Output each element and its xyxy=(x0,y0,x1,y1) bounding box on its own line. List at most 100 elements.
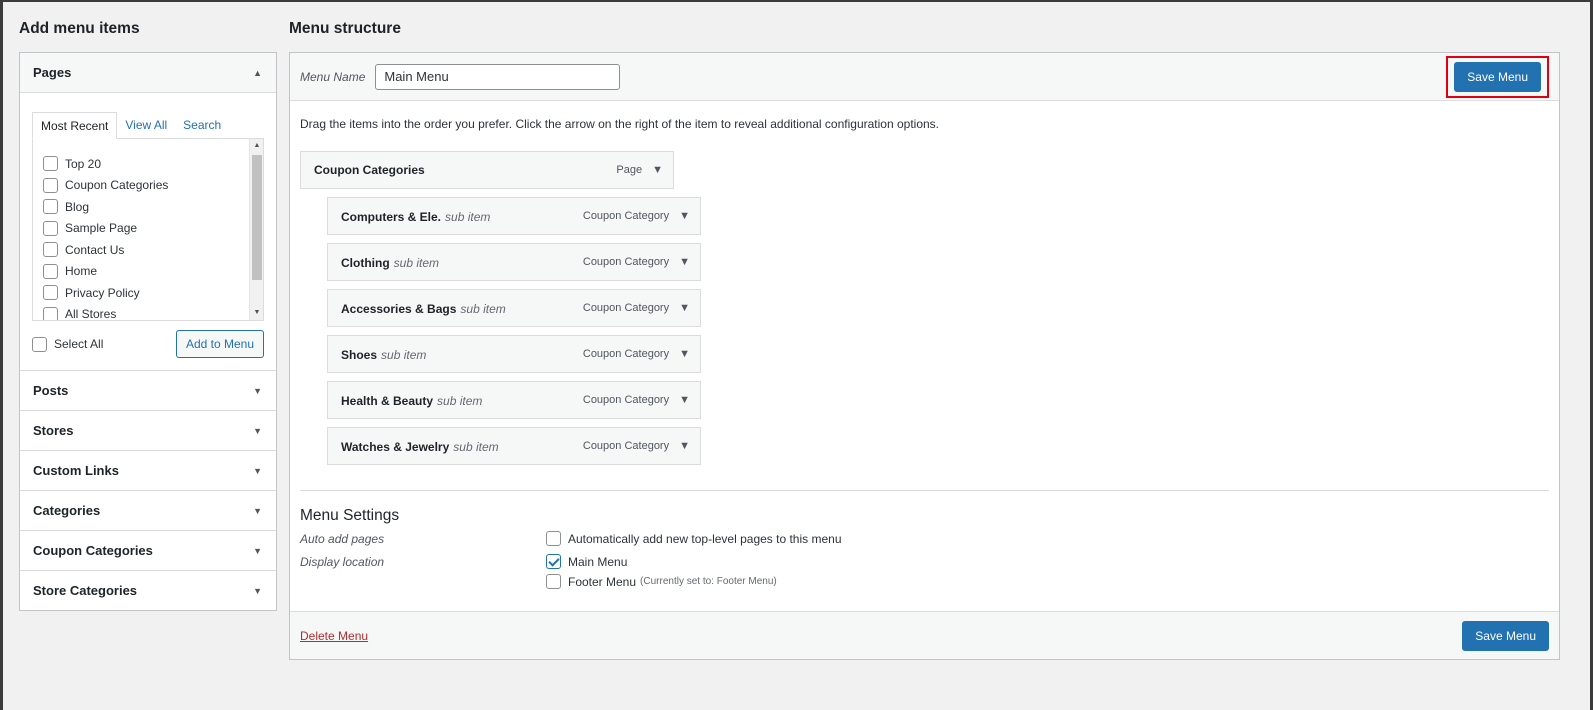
menu-name-group: Menu Name xyxy=(300,63,621,90)
menu-item-title: Clothing xyxy=(341,255,390,270)
checkbox[interactable] xyxy=(43,285,58,301)
chevron-down-icon: ▼ xyxy=(253,425,262,436)
list-item[interactable]: Privacy Policy xyxy=(43,282,263,304)
checkbox[interactable] xyxy=(43,242,58,258)
checkbox[interactable] xyxy=(43,156,58,172)
menu-item-sub-label: sub item xyxy=(460,301,506,316)
list-item[interactable]: Contact Us xyxy=(43,239,263,261)
menu-item-title-group: Shoes sub item xyxy=(341,347,426,362)
pages-tabs: Most Recent View All Search xyxy=(32,112,264,139)
menu-item-title: Watches & Jewelry xyxy=(341,439,450,454)
menu-item-accessories[interactable]: Accessories & Bags sub item Coupon Catego… xyxy=(327,289,701,327)
menu-item-type: Coupon Category xyxy=(582,210,670,222)
list-item[interactable]: Top 20 xyxy=(43,153,263,175)
accordion-section-store-categories: Store Categories ▼ xyxy=(20,571,276,610)
menu-item-title-group: Clothing sub item xyxy=(341,255,439,270)
menu-item-type: Coupon Category xyxy=(582,440,670,452)
chevron-down-icon[interactable]: ▼ xyxy=(652,164,663,176)
menu-item-title: Accessories & Bags xyxy=(341,301,457,316)
checkbox-checked[interactable] xyxy=(546,554,561,569)
pages-list-panel[interactable]: Top 20 Coupon Categories Blog Sample Pag… xyxy=(32,138,264,321)
menu-item-shoes[interactable]: Shoes sub item Coupon Category ▼ xyxy=(327,335,701,373)
accordion-section-stores: Stores ▼ xyxy=(20,411,276,451)
menu-item-watches-jewelry[interactable]: Watches & Jewelry sub item Coupon Categor… xyxy=(327,427,701,465)
checkbox[interactable] xyxy=(32,336,47,352)
accordion-header-categories[interactable]: Categories ▼ xyxy=(20,491,276,530)
select-all-label: Select All xyxy=(54,337,104,351)
save-menu-button-top[interactable]: Save Menu xyxy=(1454,61,1541,92)
display-location-row: Display location Main Menu Footer Menu (… xyxy=(300,554,1549,589)
checkbox[interactable] xyxy=(43,220,58,236)
menu-item-controls: Coupon Category ▼ xyxy=(583,256,690,268)
chevron-down-icon[interactable]: ▼ xyxy=(679,394,690,406)
menu-item-type: Coupon Category xyxy=(582,256,670,268)
menu-structure-column: Menu structure Menu Name Save Menu Drag … xyxy=(289,18,1560,660)
pages-panel: Most Recent View All Search Top 20 Coupo… xyxy=(20,93,276,370)
save-menu-button-bottom[interactable]: Save Menu xyxy=(1462,620,1549,651)
menu-item-clothing[interactable]: Clothing sub item Coupon Category ▼ xyxy=(327,243,701,281)
list-item[interactable]: Home xyxy=(43,261,263,283)
menu-body: Drag the items into the order you prefer… xyxy=(290,101,1559,589)
chevron-down-icon[interactable]: ▼ xyxy=(679,256,690,268)
add-menu-items-title: Add menu items xyxy=(19,20,140,37)
menu-name-label: Menu Name xyxy=(300,69,366,84)
chevron-down-icon[interactable]: ▼ xyxy=(679,302,690,314)
checkbox[interactable] xyxy=(43,306,58,320)
menu-item-type: Coupon Category xyxy=(582,394,670,406)
scrollbar-thumb[interactable] xyxy=(252,155,262,280)
accordion-section-categories: Categories ▼ xyxy=(20,491,276,531)
checkbox[interactable] xyxy=(546,531,561,546)
list-item[interactable]: Coupon Categories xyxy=(43,175,263,197)
scroll-down-icon[interactable]: ▼ xyxy=(250,306,263,320)
accordion-header-custom-links[interactable]: Custom Links ▼ xyxy=(20,451,276,490)
menu-item-controls: Page ▼ xyxy=(616,164,663,176)
checkbox[interactable] xyxy=(546,574,561,589)
menu-header: Menu Name Save Menu xyxy=(290,53,1559,101)
menu-items-accordion: Pages ▲ Most Recent View All Search Top … xyxy=(19,52,277,611)
menu-item-type: Coupon Category xyxy=(582,348,670,360)
chevron-down-icon[interactable]: ▼ xyxy=(679,348,690,360)
menu-name-input[interactable] xyxy=(375,63,621,90)
chevron-down-icon: ▼ xyxy=(253,585,262,596)
accordion-header-pages[interactable]: Pages ▲ xyxy=(20,53,276,93)
auto-add-options: Automatically add new top-level pages to… xyxy=(546,531,842,546)
auto-add-checkbox[interactable]: Automatically add new top-level pages to… xyxy=(546,531,842,546)
add-to-menu-button[interactable]: Add to Menu xyxy=(175,330,264,358)
menu-item-coupon-categories[interactable]: Coupon Categories Page ▼ xyxy=(300,151,674,189)
location-main-menu-checkbox[interactable]: Main Menu xyxy=(546,554,777,569)
menu-item-sub-label: sub item xyxy=(445,209,491,224)
display-location-options: Main Menu Footer Menu (Currently set to:… xyxy=(546,554,777,589)
checkbox[interactable] xyxy=(43,177,58,193)
menu-structure-title: Menu structure xyxy=(289,20,401,37)
accordion-title: Custom Links xyxy=(33,463,119,478)
location-footer-menu-checkbox[interactable]: Footer Menu (Currently set to: Footer Me… xyxy=(546,574,777,589)
list-item-label: Top 20 xyxy=(65,156,102,171)
list-item[interactable]: Blog xyxy=(43,196,263,218)
accordion-title: Store Categories xyxy=(33,583,138,598)
list-item-label: Coupon Categories xyxy=(65,178,169,193)
accordion-header-stores[interactable]: Stores ▼ xyxy=(20,411,276,450)
menu-item-title-group: Health & Beauty sub item xyxy=(341,393,482,408)
tab-view-all[interactable]: View All xyxy=(117,112,175,139)
chevron-down-icon[interactable]: ▼ xyxy=(679,210,690,222)
drag-instructions: Drag the items into the order you prefer… xyxy=(300,117,940,131)
accordion-header-posts[interactable]: Posts ▼ xyxy=(20,371,276,410)
select-all-checkbox[interactable]: Select All xyxy=(32,336,104,352)
accordion-header-coupon-categories[interactable]: Coupon Categories ▼ xyxy=(20,531,276,570)
list-item[interactable]: Sample Page xyxy=(43,218,263,240)
menu-item-controls: Coupon Category ▼ xyxy=(583,302,690,314)
menu-item-computers[interactable]: Computers & Ele. sub item Coupon Category… xyxy=(327,197,701,235)
checkbox[interactable] xyxy=(43,263,58,279)
pages-list-scrollbar[interactable]: ▲ ▼ xyxy=(249,139,263,320)
scroll-up-icon[interactable]: ▲ xyxy=(250,139,263,153)
delete-menu-link[interactable]: Delete Menu xyxy=(300,629,368,643)
location-footer-note: (Currently set to: Footer Menu) xyxy=(640,576,777,587)
tab-most-recent[interactable]: Most Recent xyxy=(32,112,118,139)
add-menu-items-column: Add menu items Pages ▲ Most Recent View … xyxy=(19,18,277,611)
tab-search[interactable]: Search xyxy=(175,112,229,139)
chevron-down-icon[interactable]: ▼ xyxy=(679,440,690,452)
menu-item-health-beauty[interactable]: Health & Beauty sub item Coupon Category … xyxy=(327,381,701,419)
accordion-header-store-categories[interactable]: Store Categories ▼ xyxy=(20,571,276,610)
list-item[interactable]: All Stores xyxy=(43,304,263,320)
checkbox[interactable] xyxy=(43,199,58,215)
